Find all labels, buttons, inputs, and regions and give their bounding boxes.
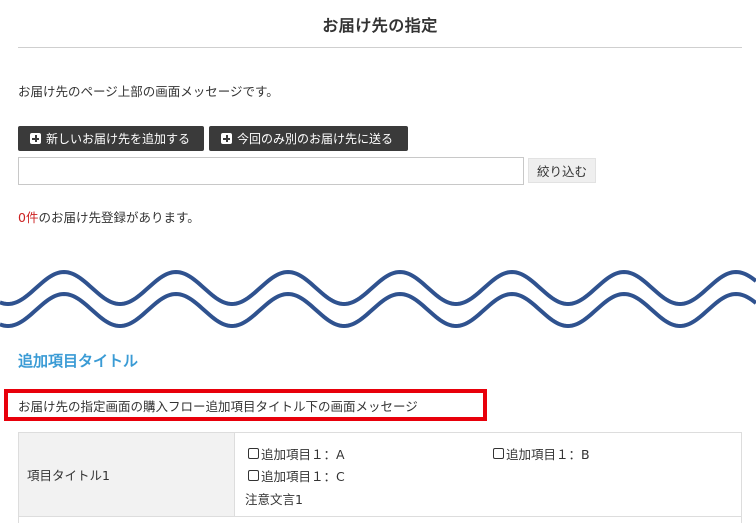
option-b-label: 追加項目１：B — [506, 447, 590, 462]
option-c-label: 追加項目１：C — [261, 469, 345, 484]
option-c-checkbox[interactable]: 追加項目１：C — [248, 466, 345, 485]
checkbox-icon[interactable] — [493, 448, 504, 459]
checkbox-icon[interactable] — [248, 448, 259, 459]
delivery-address-page: お届け先の指定 お届け先のページ上部の画面メッセージです。 新しいお届け先を追加… — [0, 0, 756, 523]
wave-line-bottom — [0, 291, 756, 329]
filter-input[interactable] — [18, 157, 524, 185]
registered-count: 0件 — [18, 210, 39, 225]
additional-section-message-highlight: お届け先の指定画面の購入フロー追加項目タイトル下の画面メッセージ — [4, 389, 487, 421]
additional-items-table: 項目タイトル1 追加項目１：A 追加項目１：B 追加項目１：C 注意文言1 — [18, 432, 742, 523]
add-address-button-label: 新しいお届け先を追加する — [46, 132, 191, 146]
wave-line-top — [0, 269, 756, 307]
additional-section-title: 追加項目タイトル — [18, 352, 139, 370]
title-divider — [18, 47, 742, 48]
item-title-cell: 項目タイトル1 — [19, 433, 235, 517]
filter-button[interactable]: 絞り込む — [528, 158, 596, 183]
registered-count-message: 0件のお届け先登録があります。 — [18, 207, 200, 226]
plus-icon — [30, 133, 41, 144]
registered-count-suffix: のお届け先登録があります。 — [38, 210, 200, 225]
item-options-cell: 追加項目１：A 追加項目１：B 追加項目１：C 注意文言1 — [235, 433, 741, 517]
option-a-checkbox[interactable]: 追加項目１：A — [248, 444, 345, 463]
one-time-address-button-label: 今回のみ別のお届け先に送る — [237, 132, 394, 146]
item-note: 注意文言1 — [245, 492, 303, 507]
option-b-checkbox[interactable]: 追加項目１：B — [493, 444, 590, 463]
add-address-button[interactable]: 新しいお届け先を追加する — [18, 126, 204, 151]
option-a-label: 追加項目１：A — [261, 447, 345, 462]
one-time-address-button[interactable]: 今回のみ別のお届け先に送る — [209, 126, 408, 151]
checkbox-icon[interactable] — [248, 470, 259, 481]
item-title: 項目タイトル1 — [27, 468, 110, 483]
wave-divider — [0, 269, 756, 329]
additional-section-message: お届け先の指定画面の購入フロー追加項目タイトル下の画面メッセージ — [18, 398, 418, 414]
plus-icon — [221, 133, 232, 144]
page-title: お届け先の指定 — [322, 16, 438, 35]
top-message: お届け先のページ上部の画面メッセージです。 — [18, 84, 279, 99]
